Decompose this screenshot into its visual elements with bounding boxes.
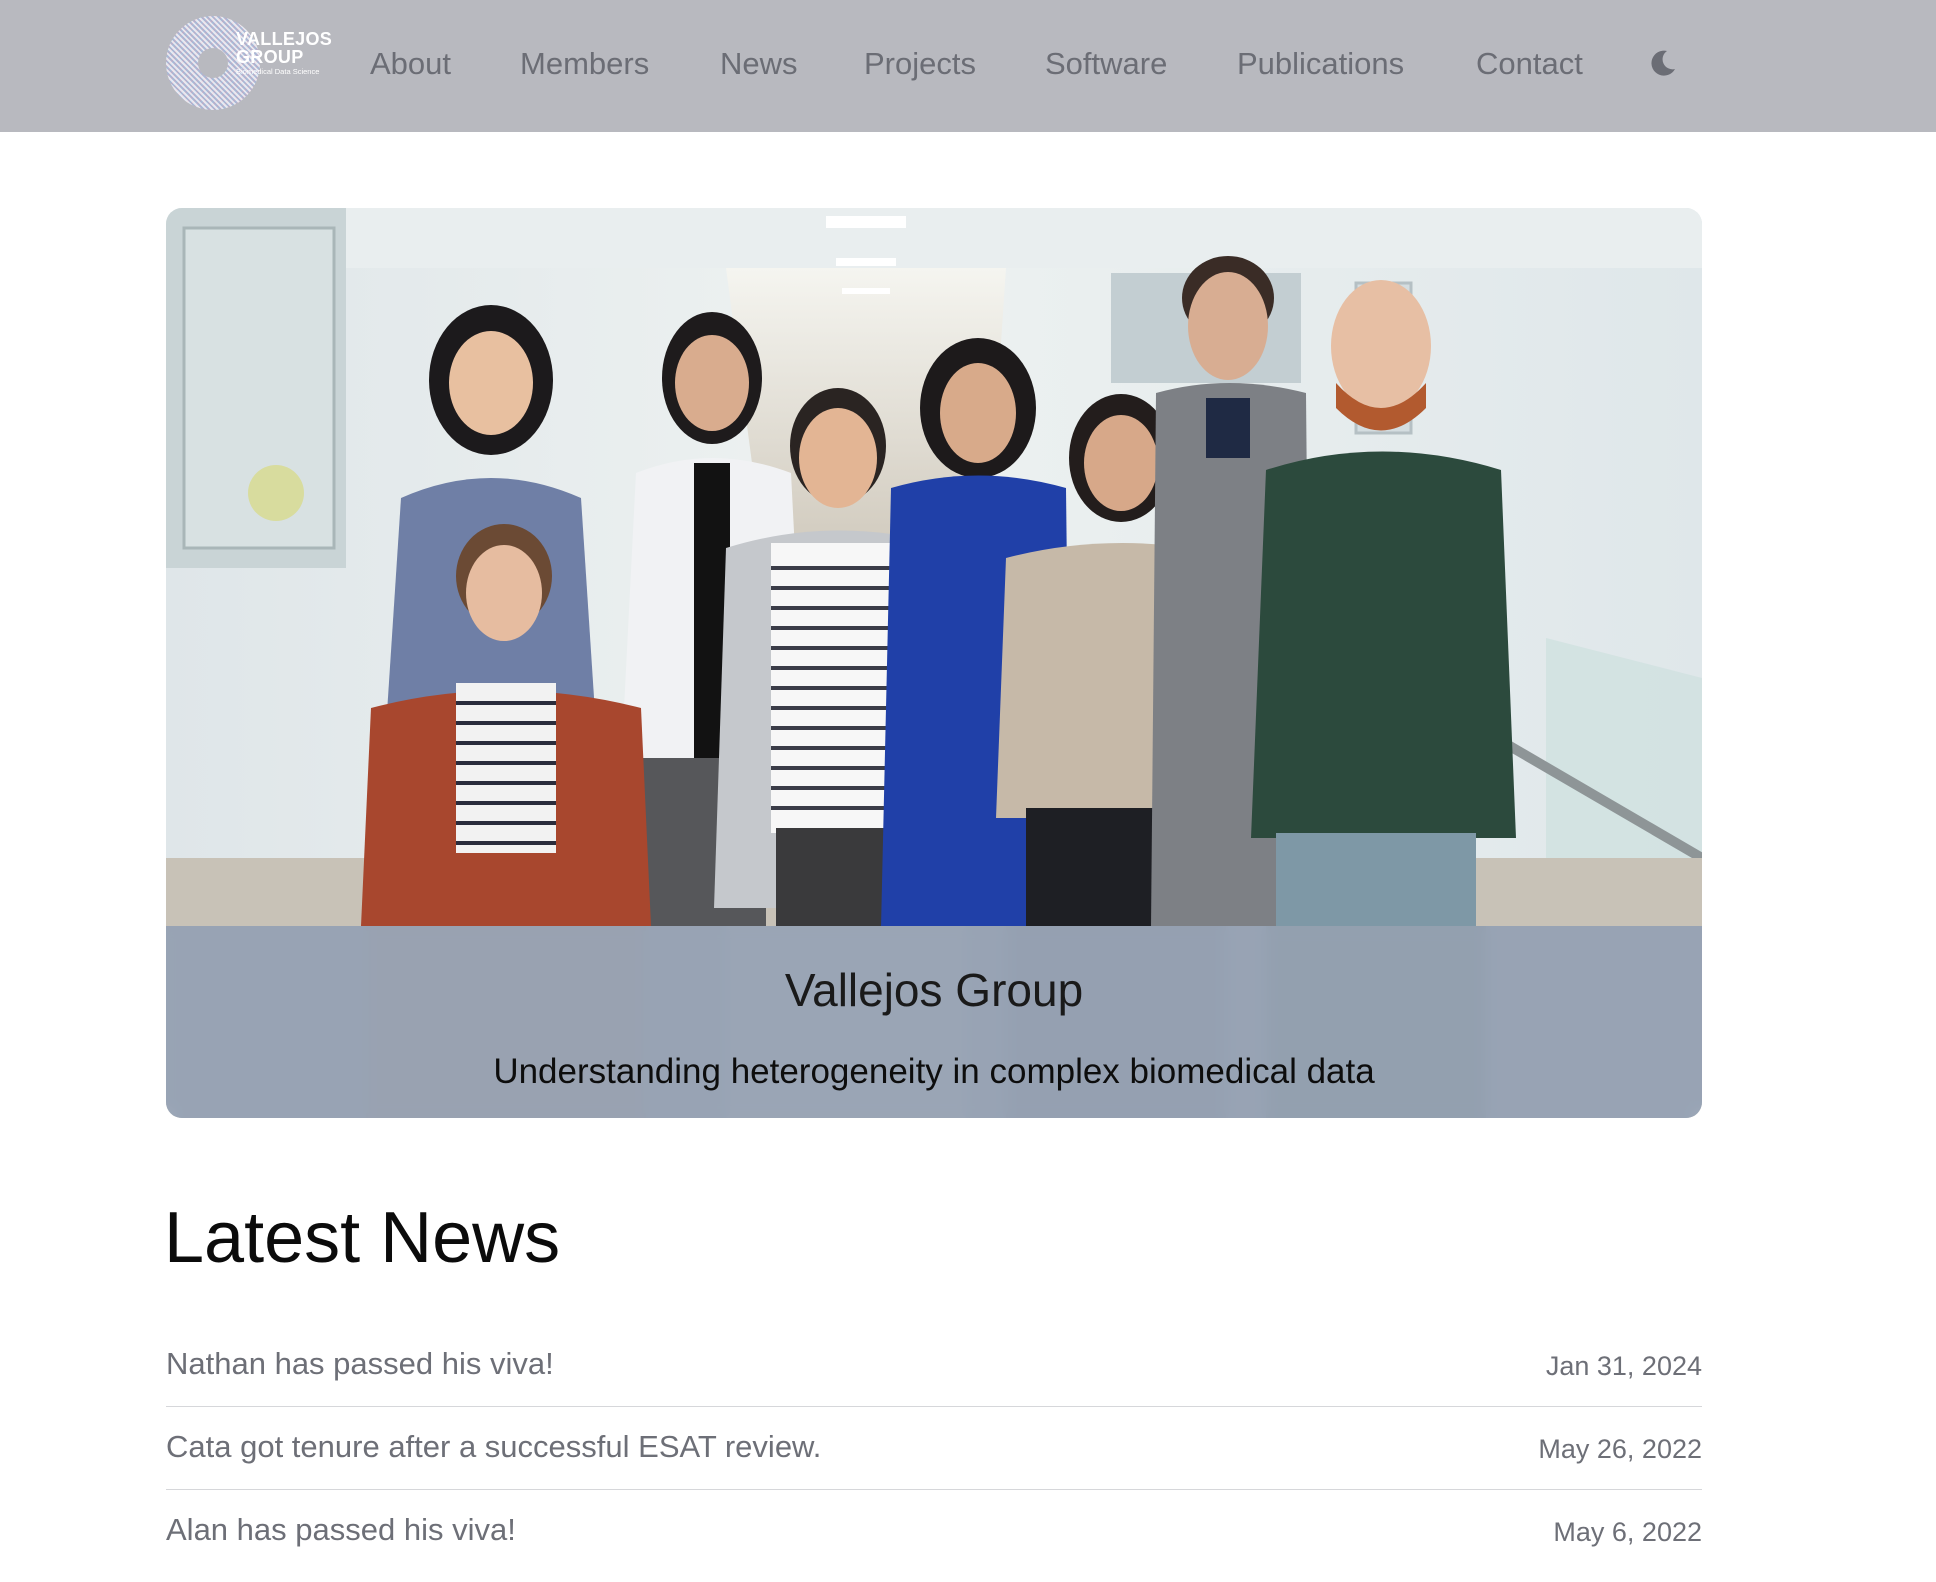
news-item-link[interactable]: Cata got tenure after a successful ESAT … (166, 1427, 821, 1467)
brand-logo[interactable]: VALLEJOS GROUP Biomedical Data Science (166, 16, 344, 112)
news-item-date: Jan 31, 2024 (1545, 1351, 1702, 1381)
hero-caption: Vallejos Group Understanding heterogenei… (166, 926, 1702, 1118)
nav-link-about[interactable]: About (370, 44, 451, 84)
news-item-link[interactable]: Alan has passed his viva! (166, 1510, 516, 1550)
latest-news-heading: Latest News (164, 1198, 561, 1278)
brand-name-line1: VALLEJOS (236, 29, 333, 49)
nav-link-news[interactable]: News (720, 44, 798, 84)
theme-toggle-button[interactable] (1648, 48, 1678, 78)
news-item-link[interactable]: Nathan has passed his viva! (166, 1344, 554, 1384)
nav-link-software[interactable]: Software (1045, 44, 1167, 84)
navbar: VALLEJOS GROUP Biomedical Data Science A… (0, 0, 1936, 132)
news-item: Alan has passed his viva! May 6, 2022 (166, 1490, 1702, 1572)
hero-banner: Vallejos Group Understanding heterogenei… (166, 208, 1702, 1118)
brand-wordmark: VALLEJOS GROUP Biomedical Data Science (236, 30, 332, 76)
moon-icon (1651, 50, 1675, 76)
brand-name-line2: GROUP (236, 47, 304, 67)
nav-link-publications[interactable]: Publications (1237, 44, 1404, 84)
news-item-date: May 26, 2022 (1538, 1434, 1702, 1464)
news-item: Cata got tenure after a successful ESAT … (166, 1407, 1702, 1490)
nav-link-projects[interactable]: Projects (864, 44, 976, 84)
news-item: Nathan has passed his viva! Jan 31, 2024 (166, 1324, 1702, 1407)
nav-link-contact[interactable]: Contact (1476, 44, 1583, 84)
hero-subtitle: Understanding heterogeneity in complex b… (493, 1052, 1375, 1091)
news-item-date: May 6, 2022 (1553, 1517, 1702, 1547)
nav-link-members[interactable]: Members (520, 44, 649, 84)
brand-tagline: Biomedical Data Science (236, 67, 320, 76)
news-list: Nathan has passed his viva! Jan 31, 2024… (166, 1324, 1702, 1572)
hero-title: Vallejos Group (784, 964, 1084, 1016)
